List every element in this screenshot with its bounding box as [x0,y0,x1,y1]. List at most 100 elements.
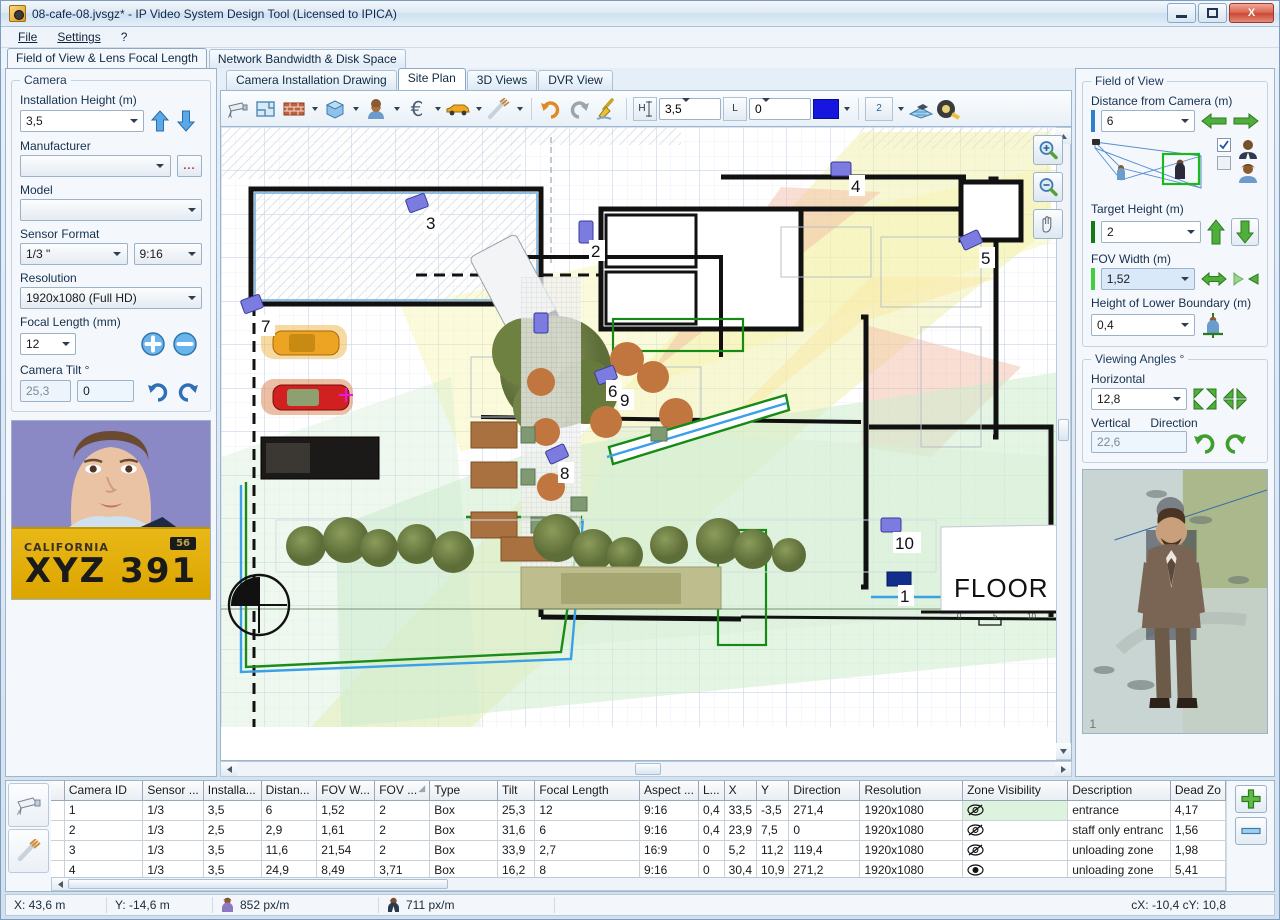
minimize-button[interactable] [1167,3,1196,23]
table-header-distan[interactable]: Distan... [261,781,318,801]
broom-icon[interactable] [594,96,620,122]
site-plan-canvas[interactable]: FLOOR 0 5 10 3 4 2 5 6 7 8 9 10 1 [221,127,1071,760]
target-height-down-icon[interactable] [1231,218,1259,246]
table-row[interactable]: 3 1/3 3,5 11,6 21,54 2 Box 33,9 2,7 16:9 0 5,2 11,2 1… [51,840,1226,861]
table-header-dead-zo[interactable]: Dead Zo [1170,781,1226,801]
focal-length-combo[interactable]: 12 [20,333,76,355]
grid-settings-icon[interactable] [908,96,934,122]
undo-icon[interactable] [538,96,564,122]
lower-boundary-combo-right[interactable]: 0,4 [1091,314,1195,336]
color-dropdown[interactable] [841,96,852,122]
zoom-out-button[interactable] [1033,172,1063,202]
tab-dvr-view[interactable]: DVR View [538,70,613,90]
rotate-ccw-icon[interactable] [146,379,170,403]
brick-wall-icon[interactable] [281,96,307,122]
table-row[interactable]: 1 1/3 3,5 6 1,52 2 Box 25,3 12 9:16 0,4 33,5 -3,5 271… [51,800,1226,821]
manufacturer-combo[interactable] [20,155,171,177]
table-header-select[interactable] [51,781,65,801]
camera-tilt-input[interactable]: 0 [77,380,134,402]
collapse-arrows-icon[interactable] [1223,388,1247,410]
canvas-vscroll-thumb[interactable] [1058,419,1069,441]
zoom-in-button[interactable] [1033,135,1063,165]
checkbox-man[interactable] [1217,138,1231,152]
menu-item-file[interactable]: File [9,28,46,46]
car-icon[interactable] [445,96,471,122]
tab-field-of-view[interactable]: Field of View & Lens Focal Length [7,48,207,68]
table-header-type[interactable]: Type [429,781,498,801]
scroll-down-button[interactable] [1055,743,1071,759]
fov-narrow-icon[interactable] [1233,271,1259,287]
tab-3d-views[interactable]: 3D Views [466,70,538,90]
menu-item-settings[interactable]: Settings [48,28,109,46]
distance-combo[interactable]: 6 [1100,110,1195,132]
cable-tool-icon[interactable] [8,829,49,873]
site-plan-canvas-wrapper[interactable]: FLOOR 0 5 10 3 4 2 5 6 7 8 9 10 1 [220,126,1072,761]
redo-icon[interactable] [566,96,592,122]
camera-icon[interactable]: A [225,96,251,122]
fov-widen-icon[interactable] [1201,271,1227,287]
table-row[interactable]: 2 1/3 2,5 2,9 1,61 2 Box 31,6 6 9:16 0,4 23,9 7,5 0 19… [51,820,1226,841]
target-height-combo[interactable]: 2 [1101,221,1201,243]
scroll-left-button[interactable] [221,762,237,776]
pan-hand-button[interactable] [1033,209,1063,239]
3d-box-icon[interactable] [322,96,348,122]
height-combo[interactable]: 3,5 [659,97,721,120]
table-header-camera-id[interactable]: Camera ID [64,781,144,801]
arrow-left-green-icon[interactable] [1201,113,1227,129]
rotate-cw-green-icon[interactable] [1223,430,1247,454]
table-header-focal-length[interactable]: Focal Length [534,781,640,801]
table-header-l[interactable]: L... [698,781,725,801]
add-row-button[interactable] [1234,785,1267,813]
floorplan-icon[interactable] [253,96,279,122]
tab-camera-installation-drawing[interactable]: Camera Installation Drawing [226,70,397,90]
table-header-description[interactable]: Description [1067,781,1171,801]
checkbox-woman[interactable] [1217,156,1231,170]
3d-box-dropdown[interactable] [350,96,361,122]
camera-table-scroll[interactable]: Camera ID Sensor ... Installa... Distan... F… [51,781,1226,891]
table-header-y[interactable]: Y [756,781,790,801]
table-hscrollbar[interactable] [51,877,1226,891]
tab-site-plan[interactable]: Site Plan [397,68,466,90]
person-icon[interactable] [363,96,389,122]
minus-circle-icon[interactable] [172,331,198,357]
arrow-up-icon[interactable] [150,109,170,133]
table-header-direction[interactable]: Direction [788,781,861,801]
horizontal-angle-combo[interactable]: 12,8 [1091,388,1187,410]
target-height-up-icon[interactable] [1207,219,1225,245]
table-header-zone-visibility[interactable]: Zone Visibility [962,781,1069,801]
camera-view-preview[interactable]: 1 [1082,469,1268,734]
brick-wall-dropdown[interactable] [309,96,320,122]
person-lower-boundary-icon[interactable] [1201,312,1225,338]
rotate-ccw-green-icon[interactable] [1193,430,1217,454]
layer-dropdown[interactable] [895,96,906,122]
resolution-combo[interactable]: 1920x1080 (Full HD) [20,287,202,309]
sensor-format-combo[interactable]: 1/3 " [20,243,128,265]
manufacturer-more-button[interactable]: ... [176,155,202,177]
car-dropdown[interactable] [473,96,484,122]
table-header-fov-w[interactable]: FOV W... [316,781,376,801]
table-header-x[interactable]: X [724,781,758,801]
tab-network-bandwidth[interactable]: Network Bandwidth & Disk Space [208,49,406,68]
euro-icon[interactable]: € [404,96,430,122]
canvas-hscroll-thumb[interactable] [635,763,661,775]
rotate-cw-icon[interactable] [176,379,200,403]
table-header-fov[interactable]: FOV ... ◢ [374,781,431,801]
euro-dropdown[interactable] [432,96,443,122]
table-scroll-left-button[interactable] [52,878,68,890]
table-header-installa[interactable]: Installa... [203,781,262,801]
arrow-down-icon[interactable] [176,109,196,133]
table-header-resolution[interactable]: Resolution [859,781,964,801]
camera-tool-icon[interactable]: A [8,783,49,827]
table-hscroll-thumb[interactable] [68,879,448,889]
canvas-hscrollbar[interactable] [220,761,1072,777]
remove-row-button[interactable] [1234,817,1267,845]
menu-item-help[interactable]: ? [112,28,137,46]
table-header-sensor[interactable]: Sensor ... [142,781,204,801]
cable-icon[interactable] [486,96,512,122]
measuring-tape-icon[interactable] [936,96,962,122]
installation-height-combo[interactable]: 3,5 [20,110,144,132]
plus-circle-icon[interactable] [140,331,166,357]
scroll-right-button[interactable] [1055,762,1071,776]
color-swatch[interactable] [813,98,839,119]
expand-arrows-icon[interactable] [1193,388,1217,410]
